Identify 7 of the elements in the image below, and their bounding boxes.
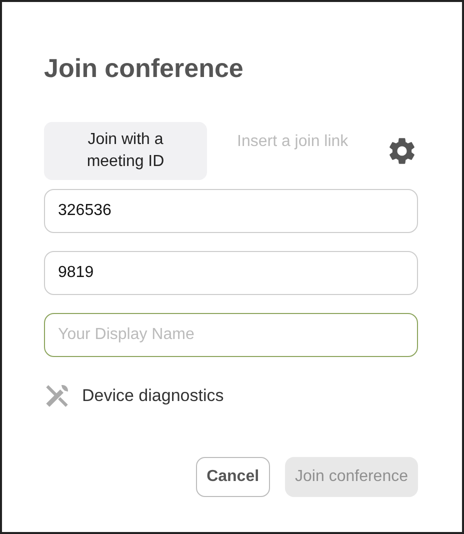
input-field[interactable]: 326536 — [44, 189, 418, 233]
input-field[interactable]: 9819 — [44, 251, 418, 295]
input-field[interactable]: Your Display Name — [44, 313, 418, 357]
diagnostics-link[interactable]: Device diagnostics — [82, 386, 224, 406]
cancel-button[interactable]: Cancel — [196, 457, 270, 497]
dialog-title: Join conference — [44, 52, 244, 84]
tab[interactable]: Join with a meeting ID — [44, 122, 207, 180]
